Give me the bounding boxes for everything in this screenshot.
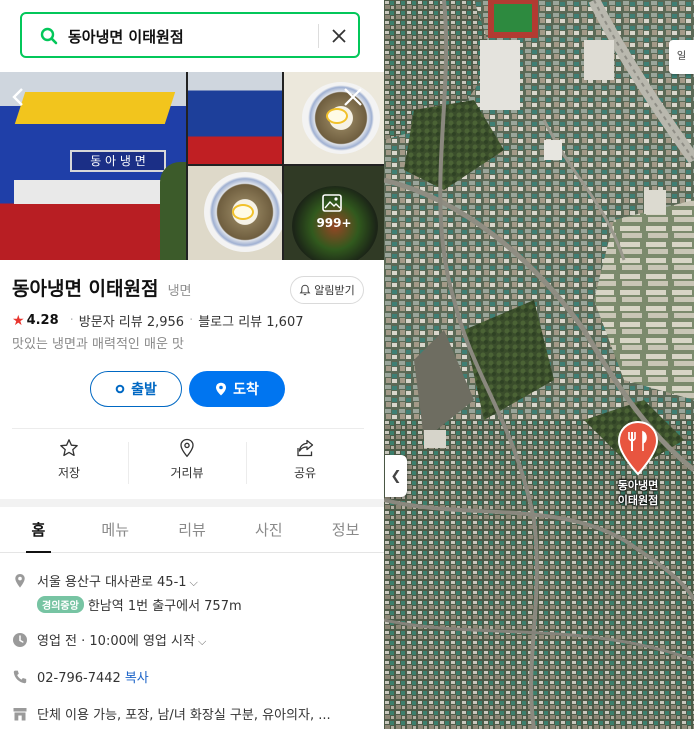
- chevron-down-icon[interactable]: ⌵: [198, 635, 206, 648]
- star-outline-icon: [60, 439, 78, 457]
- phone-icon: [13, 670, 27, 684]
- phone-row: 02-796-7442 복사: [12, 667, 372, 687]
- photo-count: 999+: [316, 216, 352, 230]
- place-header: 동아냉면 이태원점 냉면: [12, 274, 191, 301]
- rating-star-icon: ★: [12, 312, 25, 329]
- hours-row[interactable]: 영업 전 · 10:00에 영업 시작 ⌵: [12, 630, 372, 650]
- route-start-button[interactable]: 출발: [90, 371, 182, 407]
- search-divider: [318, 24, 319, 48]
- tab-info[interactable]: 정보: [307, 507, 384, 552]
- chevron-left-icon[interactable]: [8, 86, 30, 108]
- map-control[interactable]: 일: [669, 40, 694, 74]
- place-panel: 동아냉면 이태원점 동 아 냉 면 999+ 동아냉면 이태원점 냉면 알림받기…: [0, 0, 384, 729]
- search-box[interactable]: 동아냉면 이태원점: [20, 12, 360, 58]
- share-button[interactable]: 공유: [246, 438, 364, 492]
- noodle-photo[interactable]: [284, 72, 384, 164]
- address-text: 서울 용산구 대사관로 45-1: [37, 575, 187, 590]
- hours-text: 영업 전 · 10:00에 영업 시작: [37, 634, 195, 649]
- photo-gallery[interactable]: 동 아 냉 면 999+: [0, 72, 384, 260]
- close-icon[interactable]: [328, 25, 350, 47]
- satellite-imagery: [384, 0, 694, 729]
- more-photos-tile[interactable]: 999+: [284, 166, 384, 260]
- place-description: 맛있는 냉면과 매력적인 매운 맛: [12, 337, 185, 352]
- bell-icon: [299, 284, 311, 296]
- amenities-text: 단체 이용 가능, 포장, 남/녀 화장실 구분, 유아의자, ...: [37, 708, 331, 723]
- rating-score: 4.28: [26, 313, 59, 328]
- phone-number[interactable]: 02-796-7442: [37, 671, 121, 686]
- map-pin-label[interactable]: 동아냉면 이태원점: [600, 478, 676, 508]
- tab-home[interactable]: 홈: [0, 507, 77, 553]
- location-icon: [15, 574, 25, 588]
- alarm-label: 알림받기: [314, 284, 355, 297]
- save-label: 저장: [57, 466, 81, 480]
- subway-row: 경의중앙 한남역 1번 출구에서 757m: [12, 595, 372, 615]
- alarm-button[interactable]: 알림받기: [290, 276, 364, 304]
- tab-review[interactable]: 리뷰: [154, 507, 231, 552]
- tab-photo[interactable]: 사진: [230, 507, 307, 552]
- start-dot-icon: [115, 384, 125, 394]
- clock-icon: [13, 633, 27, 647]
- route-end-button[interactable]: 도착: [189, 371, 285, 407]
- search-bar: 동아냉면 이태원점: [0, 0, 384, 72]
- amenities-row[interactable]: 단체 이용 가능, 포장, 남/녀 화장실 구분, 유아의자, ...: [12, 704, 372, 724]
- place-name[interactable]: 동아냉면 이태원점: [12, 278, 158, 300]
- search-icon: [40, 27, 58, 45]
- share-icon: [297, 439, 314, 457]
- app-root: 동아냉면 이태원점 동 아 냉 면 999+ 동아냉면 이태원점 냉면 알림받기…: [0, 0, 694, 729]
- search-input[interactable]: 동아냉면 이태원점: [68, 26, 184, 47]
- store-icon: [13, 708, 27, 721]
- street-view-button[interactable]: 거리뷰: [128, 438, 246, 492]
- divider: [12, 428, 364, 429]
- noodle-photo-2[interactable]: [188, 166, 282, 260]
- subway-text: 한남역 1번 출구에서 757m: [87, 599, 242, 614]
- building-photo[interactable]: [188, 72, 282, 164]
- street-view-label: 거리뷰: [170, 466, 204, 480]
- blog-reviews-link[interactable]: 블로그 리뷰 1,607: [198, 311, 303, 330]
- copy-phone-link[interactable]: 복사: [125, 671, 149, 686]
- chevron-down-icon[interactable]: ⌵: [190, 576, 198, 589]
- restaurant-pin-icon[interactable]: [616, 420, 660, 476]
- visitor-reviews-link[interactable]: 방문자 리뷰 2,956: [79, 311, 184, 330]
- save-button[interactable]: 저장: [10, 438, 128, 492]
- rating-row: ★ 4.28 · 방문자 리뷰 2,956 · 블로그 리뷰 1,607: [12, 311, 304, 331]
- route-end-label: 도착: [233, 382, 259, 398]
- section-divider: [0, 499, 384, 507]
- storefront-sign: 동 아 냉 면: [70, 150, 166, 172]
- place-category: 냉면: [167, 284, 192, 299]
- subway-line-badge: 경의중앙: [37, 596, 84, 613]
- tab-menu[interactable]: 메뉴: [77, 507, 154, 552]
- route-start-label: 출발: [131, 382, 157, 398]
- pin-icon: [216, 382, 227, 396]
- pin-outline-icon: [180, 438, 194, 458]
- action-bar: 저장 거리뷰 공유: [10, 438, 364, 492]
- close-icon[interactable]: [342, 86, 364, 108]
- address-row[interactable]: 서울 용산구 대사관로 45-1 ⌵: [12, 571, 372, 591]
- tab-bar: 홈 메뉴 리뷰 사진 정보: [0, 507, 384, 553]
- satellite-map[interactable]: [384, 0, 694, 729]
- share-label: 공유: [293, 466, 317, 480]
- image-icon: [322, 194, 342, 212]
- collapse-panel-button[interactable]: ❮: [385, 455, 407, 497]
